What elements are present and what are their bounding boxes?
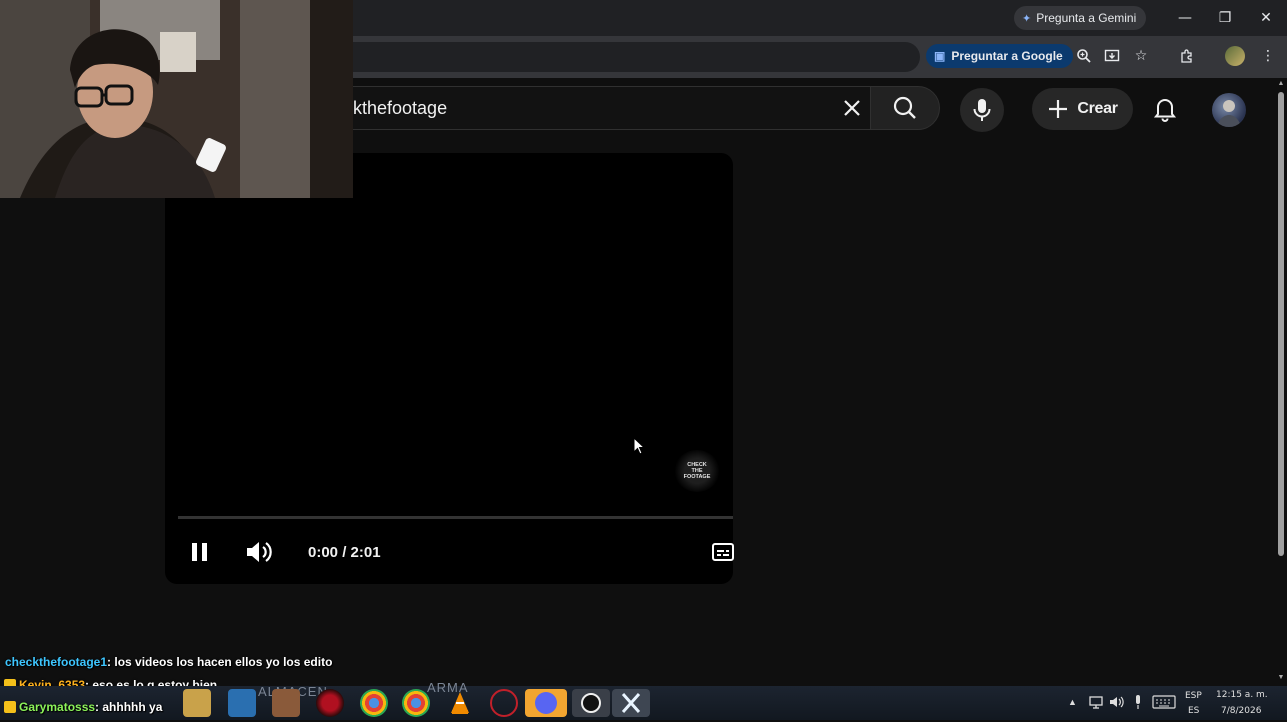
- watermark-text: CHECK THE FOOTAGE: [683, 462, 711, 480]
- clock-time[interactable]: 12:15 a. m.: [1216, 690, 1268, 700]
- chat-message: Garymatosss : ahhhhh ya: [0, 697, 162, 717]
- gemini-icon: ✦: [1022, 12, 1032, 25]
- clock-date[interactable]: 7/8/2026: [1221, 706, 1261, 716]
- minimize-icon[interactable]: —: [1175, 8, 1195, 28]
- scrollbar-thumb[interactable]: [1278, 92, 1284, 556]
- chat-username: checkthefootage1: [5, 655, 108, 669]
- bell-icon: [1153, 99, 1177, 122]
- create-label: Crear: [1077, 100, 1118, 117]
- ask-google-label: Preguntar a Google: [951, 49, 1063, 63]
- account-avatar[interactable]: [1212, 93, 1246, 127]
- speaker-icon[interactable]: [1108, 694, 1126, 715]
- extensions-icon[interactable]: [1177, 46, 1197, 66]
- microphone-tray-icon[interactable]: [1132, 694, 1144, 715]
- video-player[interactable]: [165, 153, 733, 584]
- search-button[interactable]: [870, 86, 940, 130]
- chat-text: : los videos los hacen ellos yo los edit…: [107, 655, 333, 669]
- voice-search-button[interactable]: [960, 88, 1004, 132]
- subtitles-button[interactable]: [712, 542, 734, 562]
- search-query-text: kthefootage: [353, 98, 448, 118]
- gemini-label: Pregunta a Gemini: [1036, 11, 1137, 25]
- chat-username: Garymatosss: [19, 700, 96, 714]
- channel-watermark[interactable]: CHECK THE FOOTAGE: [674, 450, 720, 492]
- file-explorer-icon[interactable]: [183, 689, 211, 717]
- search-icon: [893, 96, 916, 119]
- close-icon[interactable]: ✕: [1256, 8, 1276, 28]
- zoom-icon[interactable]: [1074, 46, 1094, 66]
- capcut-icon[interactable]: [612, 689, 650, 717]
- language-code[interactable]: ESP: [1185, 691, 1202, 701]
- circle-app-icon[interactable]: [490, 689, 518, 717]
- lens-icon: ▣: [934, 49, 946, 63]
- ask-google-button[interactable]: ▣ Preguntar a Google: [926, 44, 1073, 68]
- network-icon[interactable]: [1088, 694, 1104, 715]
- chat-text: : ahhhhh ya: [95, 700, 163, 714]
- microphone-icon: [973, 99, 991, 121]
- obs-icon[interactable]: [572, 689, 610, 717]
- discord-app-icon[interactable]: [525, 689, 567, 717]
- keyboard-layout-code[interactable]: ES: [1188, 706, 1199, 716]
- mute-button[interactable]: [244, 538, 274, 566]
- star-icon[interactable]: ☆: [1131, 46, 1151, 66]
- pause-icon: [192, 543, 207, 561]
- plus-icon: [1049, 100, 1068, 118]
- restore-icon[interactable]: ❐: [1215, 8, 1235, 28]
- time-display: 0:00 / 2:01: [308, 544, 381, 561]
- webcam-overlay: [0, 0, 353, 198]
- subtitles-icon: [712, 543, 734, 561]
- install-app-icon[interactable]: [1102, 46, 1122, 66]
- create-button[interactable]: Crear: [1032, 88, 1133, 130]
- notifications-button[interactable]: [1146, 90, 1184, 128]
- game-app-icon[interactable]: [272, 689, 300, 717]
- tray-overflow-icon[interactable]: ▲: [1068, 697, 1077, 707]
- pause-button[interactable]: [186, 538, 214, 566]
- mouse-cursor-icon: [633, 436, 646, 460]
- profile-icon[interactable]: [1225, 46, 1245, 66]
- subscriber-badge-icon: [4, 701, 16, 713]
- app-window-icon[interactable]: [228, 689, 256, 717]
- scroll-down-arrow-icon[interactable]: ▼: [1276, 674, 1286, 682]
- chrome-profile-icon[interactable]: [360, 689, 388, 717]
- keyboard-icon[interactable]: [1152, 695, 1176, 714]
- address-bar[interactable]: [330, 42, 920, 72]
- scroll-up-arrow-icon[interactable]: ▲: [1276, 80, 1286, 88]
- gemini-button[interactable]: ✦ Pregunta a Gemini: [1014, 6, 1147, 30]
- clear-search-icon[interactable]: [838, 94, 866, 122]
- record-app-icon[interactable]: [316, 689, 344, 717]
- menu-icon[interactable]: ⋮: [1258, 46, 1278, 66]
- chat-message: checkthefootage1 : los videos los hacen …: [0, 652, 332, 672]
- vlc-icon[interactable]: [446, 689, 474, 717]
- progress-bar[interactable]: [178, 516, 733, 519]
- volume-icon: [247, 542, 272, 562]
- chrome-icon[interactable]: [402, 689, 430, 717]
